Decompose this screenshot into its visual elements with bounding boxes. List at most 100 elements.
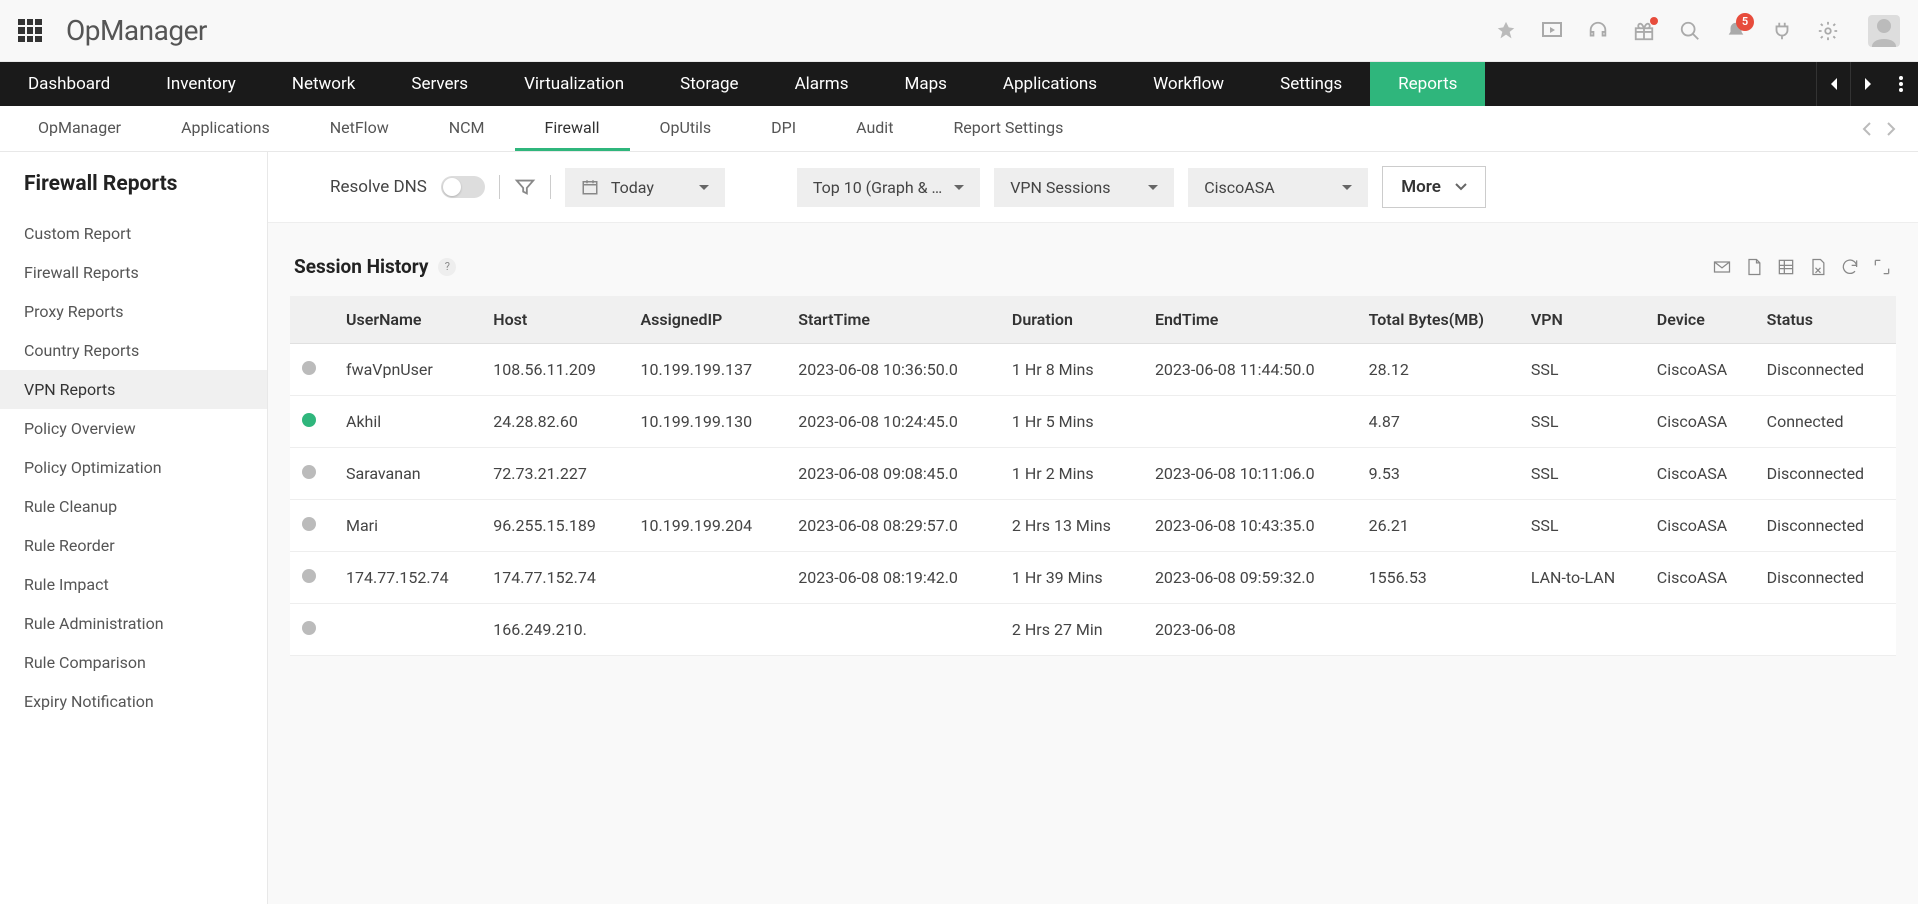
help-icon[interactable]: ?: [438, 258, 456, 276]
subnav-next-icon[interactable]: [1882, 120, 1900, 138]
gear-icon[interactable]: [1816, 19, 1840, 43]
secondary-nav-dpi[interactable]: DPI: [741, 106, 826, 151]
cell-status: Connected: [1755, 396, 1896, 448]
cell-ip: 10.199.199.130: [629, 396, 787, 448]
table-row[interactable]: Saravanan72.73.21.2272023-06-08 09:08:45…: [290, 448, 1896, 500]
xls-icon[interactable]: [1808, 257, 1828, 277]
avatar[interactable]: [1868, 15, 1900, 47]
cell-start: 2023-06-08 08:19:42.0: [786, 552, 1000, 604]
plug-icon[interactable]: [1770, 19, 1794, 43]
cell-host: 24.28.82.60: [481, 396, 628, 448]
col-endtime[interactable]: EndTime: [1143, 296, 1357, 344]
pdf-icon[interactable]: [1744, 257, 1764, 277]
sidebar-item-rule-cleanup[interactable]: Rule Cleanup: [0, 487, 267, 526]
primary-nav-settings[interactable]: Settings: [1252, 62, 1370, 106]
cell-user: 174.77.152.74: [334, 552, 481, 604]
sidebar-item-country-reports[interactable]: Country Reports: [0, 331, 267, 370]
col-status[interactable]: Status: [1755, 296, 1896, 344]
table-row[interactable]: Mari96.255.15.18910.199.199.2042023-06-0…: [290, 500, 1896, 552]
table-row[interactable]: fwaVpnUser108.56.11.20910.199.199.137202…: [290, 344, 1896, 396]
cell-ip: [629, 604, 787, 656]
bell-icon[interactable]: 5: [1724, 19, 1748, 43]
col-username[interactable]: UserName: [334, 296, 481, 344]
cell-device: CiscoASA: [1645, 552, 1755, 604]
cell-ip: [629, 448, 787, 500]
refresh-icon[interactable]: [1840, 257, 1860, 277]
nav-next-icon[interactable]: [1850, 62, 1884, 106]
col-total-bytes-mb-[interactable]: Total Bytes(MB): [1357, 296, 1519, 344]
table-row[interactable]: 174.77.152.74174.77.152.742023-06-08 08:…: [290, 552, 1896, 604]
secondary-nav-netflow[interactable]: NetFlow: [300, 106, 419, 151]
col-duration[interactable]: Duration: [1000, 296, 1143, 344]
cell-dur: 1 Hr 2 Mins: [1000, 448, 1143, 500]
primary-nav-alarms[interactable]: Alarms: [767, 62, 877, 106]
sidebar-item-rule-reorder[interactable]: Rule Reorder: [0, 526, 267, 565]
col-assignedip[interactable]: AssignedIP: [629, 296, 787, 344]
mail-icon[interactable]: [1712, 257, 1732, 277]
gift-icon[interactable]: [1632, 19, 1656, 43]
sidebar-item-vpn-reports[interactable]: VPN Reports: [0, 370, 267, 409]
sidebar-title: Firewall Reports: [0, 172, 267, 214]
resolve-dns-toggle[interactable]: [441, 176, 485, 198]
search-icon[interactable]: [1678, 19, 1702, 43]
secondary-nav-ncm[interactable]: NCM: [419, 106, 515, 151]
cell-vpn: [1519, 604, 1645, 656]
device-dropdown[interactable]: CiscoASA: [1188, 168, 1368, 207]
nav-prev-icon[interactable]: [1816, 62, 1850, 106]
subnav-prev-icon[interactable]: [1858, 120, 1876, 138]
secondary-nav-opmanager[interactable]: OpManager: [8, 106, 151, 151]
primary-nav-dashboard[interactable]: Dashboard: [0, 62, 138, 106]
filter-icon[interactable]: [514, 176, 536, 198]
sidebar-item-rule-impact[interactable]: Rule Impact: [0, 565, 267, 604]
sidebar-item-policy-overview[interactable]: Policy Overview: [0, 409, 267, 448]
primary-nav-applications[interactable]: Applications: [975, 62, 1125, 106]
cell-status: Disconnected: [1755, 344, 1896, 396]
top10-dropdown[interactable]: Top 10 (Graph & …: [797, 168, 980, 207]
primary-nav-storage[interactable]: Storage: [652, 62, 766, 106]
nav-more-icon[interactable]: [1884, 62, 1918, 106]
cell-end: 2023-06-08 10:11:06.0: [1143, 448, 1357, 500]
sidebar-item-firewall-reports[interactable]: Firewall Reports: [0, 253, 267, 292]
primary-nav-servers[interactable]: Servers: [383, 62, 496, 106]
more-button[interactable]: More: [1382, 166, 1486, 208]
primary-nav-workflow[interactable]: Workflow: [1125, 62, 1252, 106]
cell-dur: 1 Hr 39 Mins: [1000, 552, 1143, 604]
sidebar-item-rule-comparison[interactable]: Rule Comparison: [0, 643, 267, 682]
vpn-sessions-dropdown[interactable]: VPN Sessions: [994, 168, 1174, 207]
csv-icon[interactable]: [1776, 257, 1796, 277]
rocket-icon[interactable]: [1494, 19, 1518, 43]
sidebar-item-policy-optimization[interactable]: Policy Optimization: [0, 448, 267, 487]
col-starttime[interactable]: StartTime: [786, 296, 1000, 344]
card-title: Session History: [294, 255, 428, 278]
cell-user: Mari: [334, 500, 481, 552]
secondary-nav-audit[interactable]: Audit: [826, 106, 923, 151]
apps-grid-icon[interactable]: [18, 19, 42, 43]
secondary-nav-applications[interactable]: Applications: [151, 106, 300, 151]
presentation-icon[interactable]: [1540, 19, 1564, 43]
secondary-nav-oputils[interactable]: OpUtils: [630, 106, 742, 151]
table-row[interactable]: Akhil24.28.82.6010.199.199.1302023-06-08…: [290, 396, 1896, 448]
sidebar-item-proxy-reports[interactable]: Proxy Reports: [0, 292, 267, 331]
sidebar-item-expiry-notification[interactable]: Expiry Notification: [0, 682, 267, 721]
col-vpn[interactable]: VPN: [1519, 296, 1645, 344]
date-range-dropdown[interactable]: Today: [565, 168, 725, 207]
sidebar-item-custom-report[interactable]: Custom Report: [0, 214, 267, 253]
col-device[interactable]: Device: [1645, 296, 1755, 344]
secondary-nav: OpManagerApplicationsNetFlowNCMFirewallO…: [0, 106, 1918, 152]
secondary-nav-report-settings[interactable]: Report Settings: [923, 106, 1093, 151]
primary-nav-reports[interactable]: Reports: [1370, 62, 1485, 106]
sidebar-item-rule-administration[interactable]: Rule Administration: [0, 604, 267, 643]
calendar-icon: [581, 178, 599, 196]
cell-user: [334, 604, 481, 656]
expand-icon[interactable]: [1872, 257, 1892, 277]
col-host[interactable]: Host: [481, 296, 628, 344]
primary-nav-maps[interactable]: Maps: [876, 62, 974, 106]
primary-nav-network[interactable]: Network: [264, 62, 384, 106]
primary-nav-inventory[interactable]: Inventory: [138, 62, 264, 106]
card-actions: [1712, 257, 1892, 277]
cell-bytes: 28.12: [1357, 344, 1519, 396]
table-row[interactable]: 166.249.210.2 Hrs 27 Min2023-06-08: [290, 604, 1896, 656]
secondary-nav-firewall[interactable]: Firewall: [515, 106, 630, 151]
headset-icon[interactable]: [1586, 19, 1610, 43]
primary-nav-virtualization[interactable]: Virtualization: [496, 62, 652, 106]
